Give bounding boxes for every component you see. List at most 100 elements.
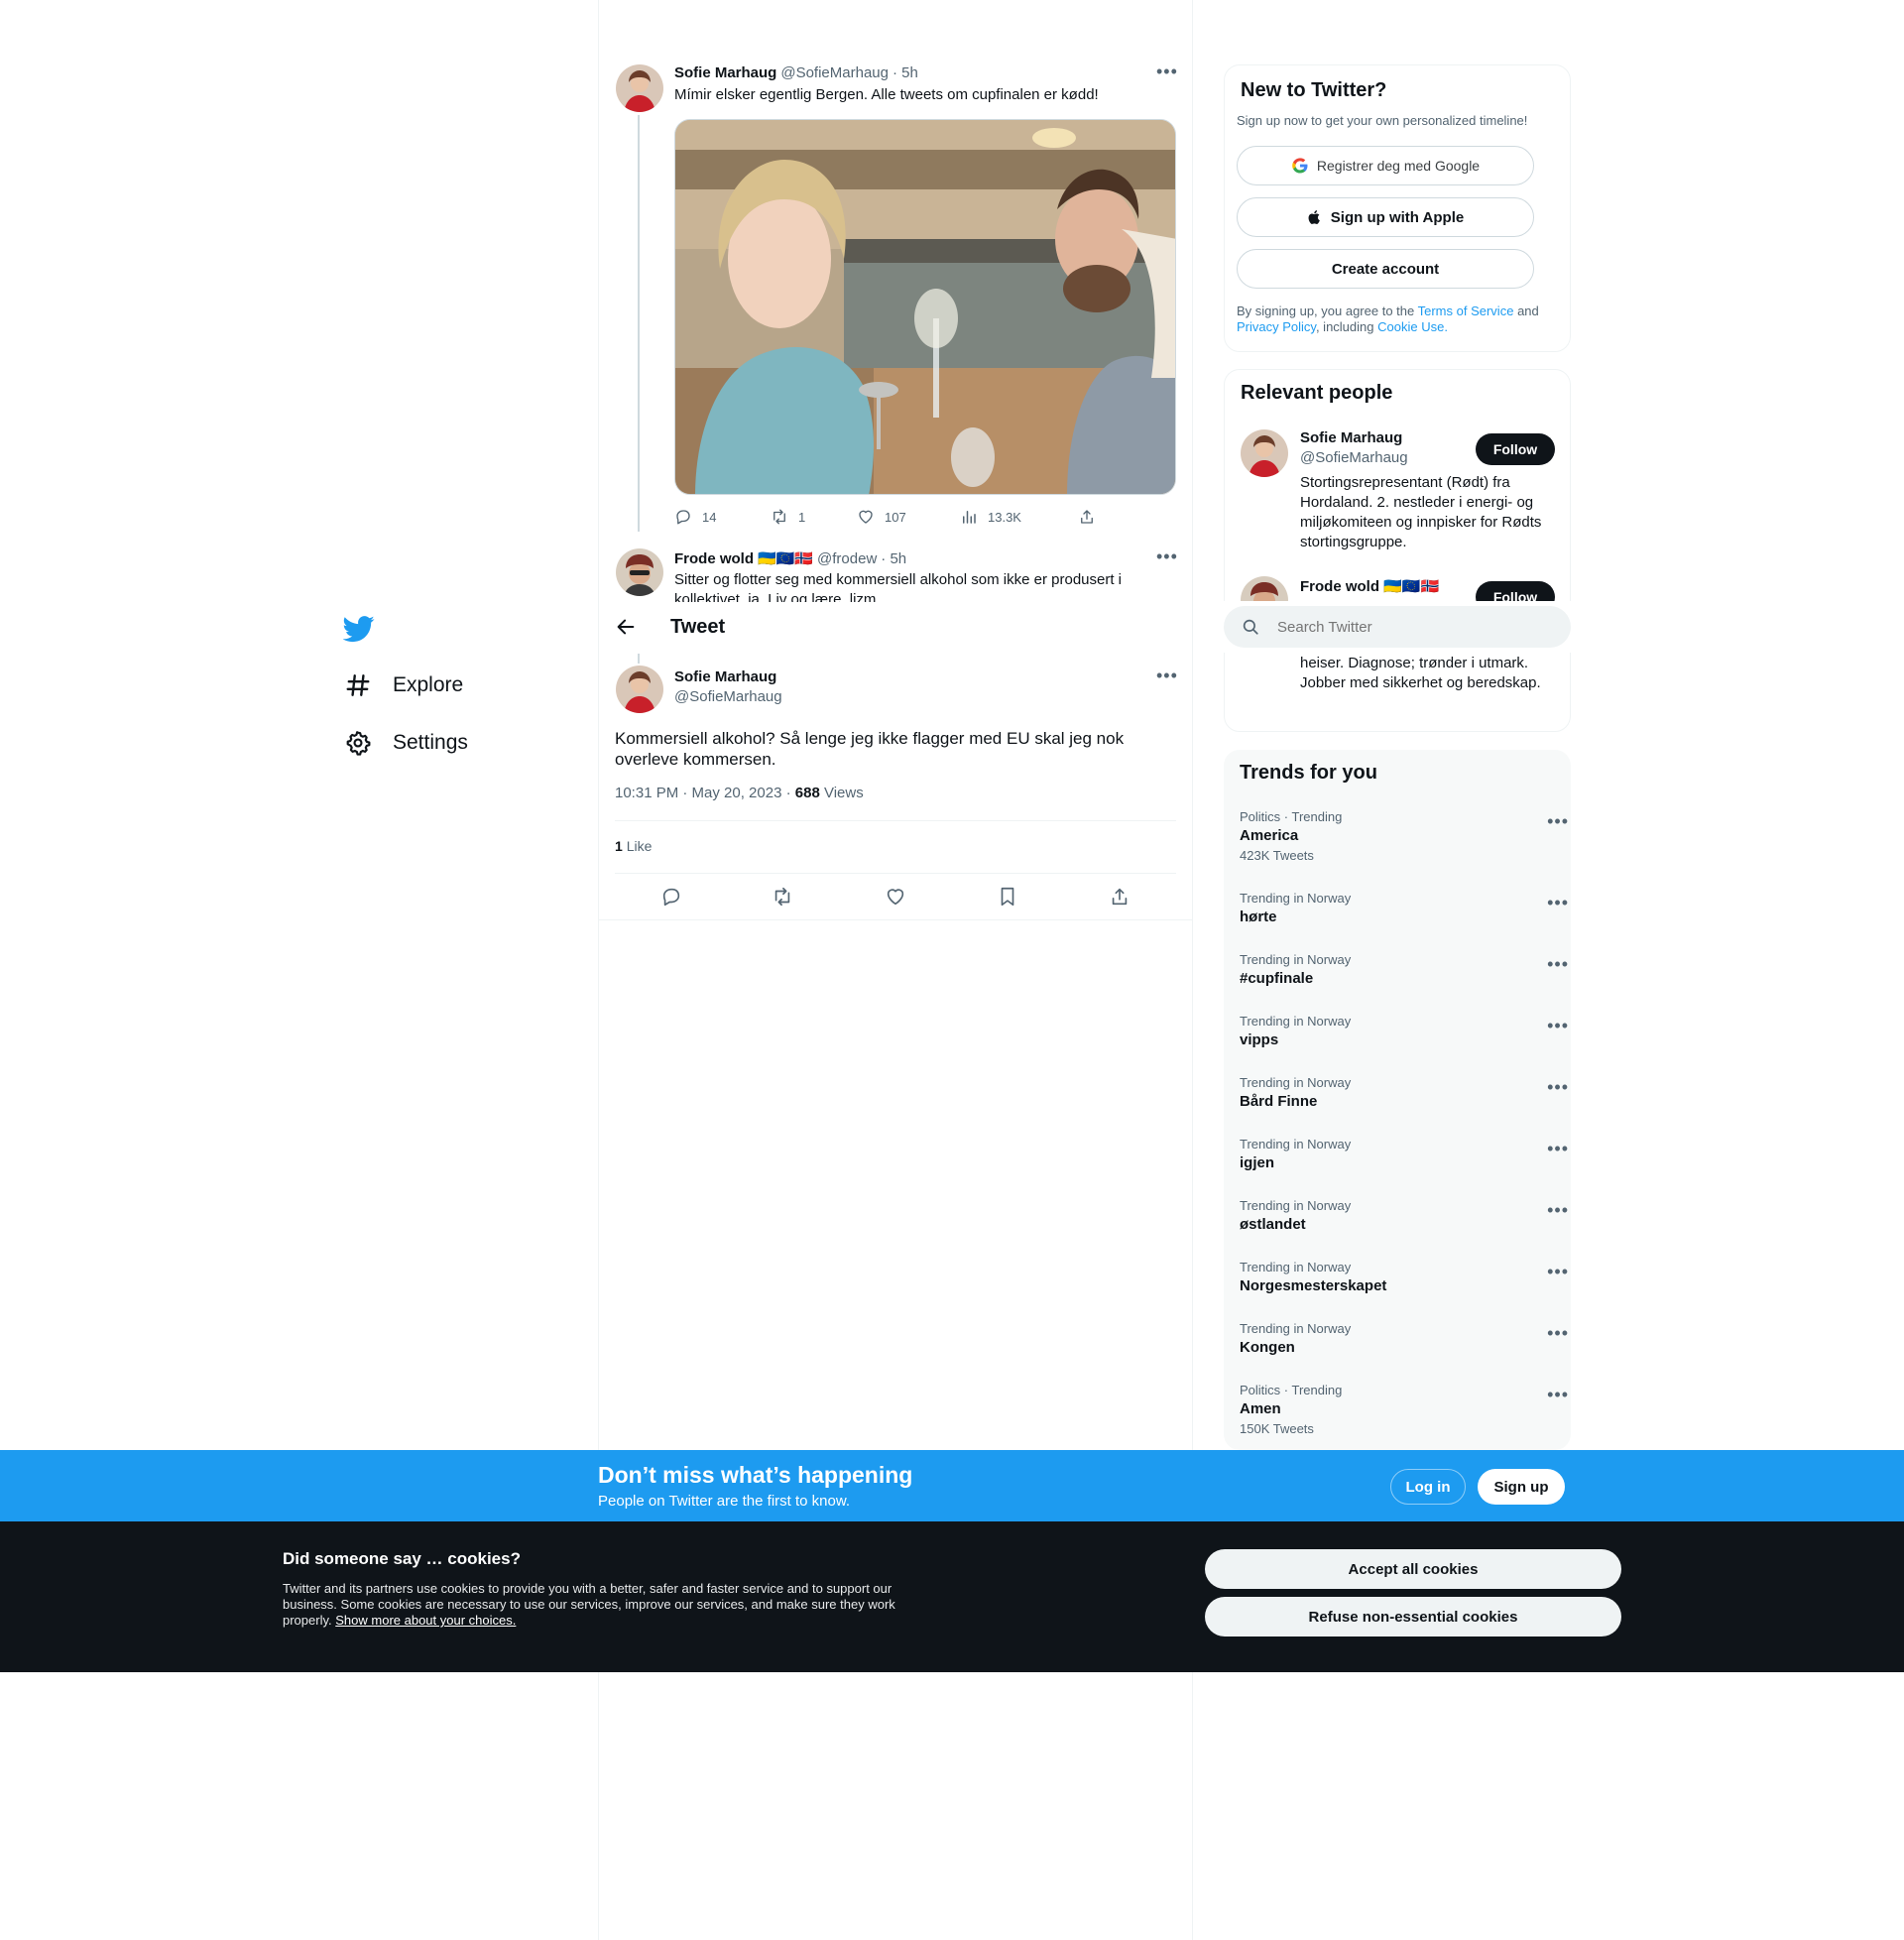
trend-item[interactable]: Trending in Norway igjen ••• — [1240, 1137, 1587, 1171]
views-count: 688 — [794, 785, 820, 801]
like-button[interactable]: 107 — [857, 508, 906, 526]
tweet-time[interactable]: · 5h — [881, 550, 906, 567]
author-handle[interactable]: @frodew — [817, 550, 877, 567]
trend-category: Trending in Norway — [1240, 952, 1352, 967]
avatar[interactable] — [616, 64, 663, 112]
trend-item[interactable]: Politics · Trending Amen 150K Tweets ••• — [1240, 1383, 1587, 1436]
apple-signup-button[interactable]: Sign up with Apple — [1237, 197, 1534, 237]
search-box[interactable] — [1224, 606, 1571, 648]
back-button[interactable] — [615, 616, 637, 643]
author-name[interactable]: Sofie Marhaug — [674, 64, 776, 81]
trend-item[interactable]: Trending in Norway østlandet ••• — [1240, 1198, 1587, 1233]
more-options-icon[interactable]: ••• — [1547, 1262, 1569, 1282]
more-options-icon[interactable]: ••• — [1547, 811, 1569, 832]
more-options-icon[interactable]: ••• — [1547, 1385, 1569, 1405]
author-name[interactable]: Frode wold — [674, 550, 754, 567]
trend-item[interactable]: Trending in Norway Norgesmesterskapet ••• — [1240, 1260, 1587, 1294]
tweet-header-bar: Tweet — [599, 602, 1192, 654]
refuse-cookies-button[interactable]: Refuse non-essential cookies — [1205, 1597, 1621, 1637]
likes-summary[interactable]: 1 Like — [615, 838, 652, 854]
twitter-logo[interactable] — [342, 613, 375, 650]
trend-item[interactable]: Trending in Norway #cupfinale ••• — [1240, 952, 1587, 987]
more-options-icon[interactable]: ••• — [1156, 546, 1178, 567]
divider — [599, 919, 1192, 920]
cookie-more-link[interactable]: Show more about your choices. — [335, 1613, 516, 1628]
nav-settings[interactable]: Settings — [345, 730, 468, 756]
bookmark-button[interactable] — [997, 886, 1018, 912]
new-to-twitter-card: New to Twitter? Sign up now to get your … — [1224, 64, 1571, 352]
author-name[interactable]: Sofie Marhaug — [674, 668, 776, 685]
search-wrapper — [1222, 601, 1571, 653]
accept-cookies-button[interactable]: Accept all cookies — [1205, 1549, 1621, 1589]
trend-name: Norgesmesterskapet — [1240, 1277, 1387, 1294]
cookie-banner: Did someone say … cookies? Twitter and i… — [0, 1521, 1904, 1672]
view-count: 13.3K — [988, 509, 1021, 525]
trend-count: 423K Tweets — [1240, 848, 1314, 863]
privacy-link[interactable]: Privacy Policy — [1237, 319, 1316, 334]
tweet-time[interactable]: · 5h — [892, 64, 918, 81]
share-icon — [1081, 510, 1093, 524]
views-button[interactable]: 13.3K — [960, 508, 1021, 526]
share-button[interactable] — [1078, 508, 1096, 526]
author-handle[interactable]: @SofieMarhaug — [674, 688, 782, 705]
card-title: Trends for you — [1240, 762, 1377, 784]
person-name[interactable]: Sofie Marhaug — [1300, 429, 1402, 446]
more-options-icon[interactable]: ••• — [1156, 61, 1178, 82]
person-name[interactable]: Frode wold 🇺🇦🇪🇺🇳🇴 — [1300, 577, 1439, 595]
more-options-icon[interactable]: ••• — [1547, 1077, 1569, 1098]
tweet-text: Sitter og flotter seg med kommersiell al… — [674, 571, 1123, 606]
relevant-people-card: Relevant people Sofie Marhaug @SofieMarh… — [1224, 369, 1571, 732]
cookie-use-link[interactable]: Cookie Use. — [1377, 319, 1448, 334]
follow-button[interactable]: Follow — [1476, 433, 1555, 465]
more-options-icon[interactable]: ••• — [1547, 1139, 1569, 1159]
trend-category: Trending in Norway — [1240, 1075, 1352, 1090]
thread-line — [638, 115, 640, 532]
trend-item[interactable]: Politics · Trending America 423K Tweets ••• — [1240, 809, 1587, 863]
google-signup-button[interactable]: Registrer deg med Google — [1237, 146, 1534, 185]
trend-category: Trending in Norway — [1240, 1014, 1352, 1029]
reply-button[interactable] — [660, 886, 682, 912]
trend-item[interactable]: Trending in Norway Kongen ••• — [1240, 1321, 1587, 1356]
avatar-image — [1241, 429, 1288, 477]
nav-explore[interactable]: Explore — [345, 672, 463, 698]
photo-illustration — [675, 120, 1175, 494]
more-options-icon[interactable]: ••• — [1547, 1323, 1569, 1344]
trend-item[interactable]: Trending in Norway Bård Finne ••• — [1240, 1075, 1587, 1110]
terms-link[interactable]: Terms of Service — [1418, 303, 1514, 318]
like-count: 107 — [885, 509, 906, 525]
reply-button[interactable]: 14 — [674, 508, 716, 526]
tweet-photo[interactable] — [674, 119, 1176, 495]
person-handle[interactable]: @SofieMarhaug — [1300, 449, 1408, 466]
retweet-button[interactable] — [772, 886, 793, 912]
more-options-icon[interactable]: ••• — [1547, 954, 1569, 975]
trend-category: Trending in Norway — [1240, 1260, 1352, 1274]
signup-button[interactable]: Sign up — [1478, 1469, 1565, 1505]
create-account-button[interactable]: Create account — [1237, 249, 1534, 289]
share-icon — [1112, 888, 1128, 906]
avatar[interactable] — [1241, 429, 1288, 477]
gear-icon — [346, 731, 371, 756]
trend-category: Politics · Trending — [1240, 1383, 1343, 1397]
trend-item[interactable]: Trending in Norway vipps ••• — [1240, 1014, 1587, 1048]
avatar[interactable] — [616, 548, 663, 596]
trend-name: Bård Finne — [1240, 1093, 1318, 1110]
tweet-timestamp[interactable]: 10:31 PM · May 20, 2023 · — [615, 785, 791, 801]
login-button[interactable]: Log in — [1390, 1469, 1466, 1505]
trend-item[interactable]: Trending in Norway hørte ••• — [1240, 891, 1587, 925]
more-options-icon[interactable]: ••• — [1547, 1016, 1569, 1036]
avatar[interactable] — [616, 666, 663, 713]
search-input[interactable] — [1277, 616, 1555, 638]
share-button[interactable] — [1109, 886, 1130, 912]
tweet-text-clip: Sitter og flotter seg med kommersiell al… — [674, 570, 1170, 606]
arrow-left-icon — [617, 619, 635, 635]
like-button[interactable] — [885, 886, 906, 912]
avatar-image — [616, 666, 663, 713]
more-options-icon[interactable]: ••• — [1156, 666, 1178, 686]
author-flags: 🇺🇦🇪🇺🇳🇴 — [758, 550, 814, 567]
more-options-icon[interactable]: ••• — [1547, 1200, 1569, 1221]
author-handle[interactable]: @SofieMarhaug — [780, 64, 889, 81]
twitter-bird-icon — [342, 616, 375, 643]
retweet-button[interactable]: 1 — [771, 508, 805, 526]
more-options-icon[interactable]: ••• — [1547, 893, 1569, 913]
person-bio: Stortingsrepresentant (Rødt) fra Hordala… — [1300, 474, 1542, 550]
